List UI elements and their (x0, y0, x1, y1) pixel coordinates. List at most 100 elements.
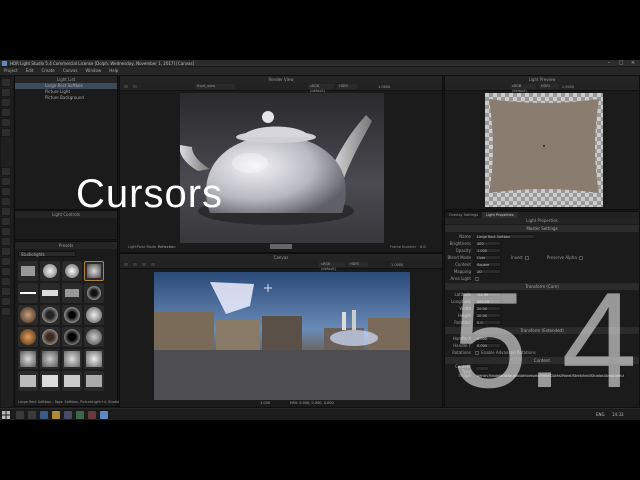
zoom-tool-icon[interactable] (141, 262, 147, 267)
select-tool-icon[interactable] (123, 84, 129, 89)
frame-number-value[interactable]: 0.0 (420, 245, 426, 249)
start-icon[interactable] (2, 411, 10, 419)
preset-thumbnail[interactable] (18, 327, 38, 347)
preset-thumbnail[interactable] (84, 327, 104, 347)
preset-thumbnail[interactable] (84, 305, 104, 325)
preset-thumbnail[interactable] (84, 283, 104, 303)
app-icon[interactable] (64, 411, 72, 419)
tool-button[interactable] (1, 128, 11, 137)
tab-overlay-settings[interactable]: Overlay Settings (445, 212, 483, 218)
tool-button[interactable] (1, 108, 11, 117)
invert-checkbox[interactable] (524, 255, 529, 260)
preset-thumbnail[interactable] (18, 305, 38, 325)
blend-mode-dropdown[interactable]: Over (475, 255, 501, 260)
canvas-mode-dropdown[interactable]: HDRI (348, 262, 368, 267)
pan-tool-icon[interactable] (132, 262, 138, 267)
browser-icon[interactable] (40, 411, 48, 419)
preset-thumbnail[interactable] (62, 261, 82, 281)
select-tool-icon[interactable] (123, 262, 129, 267)
tool-button[interactable] (1, 287, 11, 296)
tool-button[interactable] (1, 88, 11, 97)
tool-button[interactable] (1, 167, 11, 176)
menu-create[interactable]: Create (41, 67, 54, 75)
preset-thumbnail[interactable] (84, 349, 104, 369)
preset-thumbnail[interactable] (18, 283, 38, 303)
tool-button[interactable] (1, 217, 11, 226)
preserve-alpha-checkbox[interactable] (578, 255, 583, 260)
tool-button[interactable] (1, 197, 11, 206)
preset-thumbnail[interactable] (40, 261, 60, 281)
menu-window[interactable]: Window (85, 67, 101, 75)
folder-icon[interactable] (52, 411, 60, 419)
preset-thumbnail[interactable] (18, 349, 38, 369)
light-preview-image[interactable] (485, 93, 603, 207)
brightness-field[interactable]: 400 (475, 241, 501, 246)
preset-thumbnail[interactable] (62, 283, 82, 303)
menu-project[interactable]: Project (4, 67, 18, 75)
app-icon[interactable] (88, 411, 96, 419)
title-bar: HDR Light Studio 5.4 Commercial License … (0, 60, 640, 67)
master-settings-section[interactable]: Master Settings (445, 225, 639, 232)
preset-thumbnail[interactable] (40, 349, 60, 369)
frame-number-label: Frame Number (390, 245, 417, 249)
light-list-item[interactable]: Picture Background (15, 95, 117, 101)
preset-category-dropdown[interactable]: Studiolights (18, 251, 76, 257)
render-colorspace-dropdown[interactable]: sRGB (default) (308, 84, 334, 93)
tool-button[interactable] (1, 78, 11, 87)
tool-button[interactable] (1, 187, 11, 196)
preset-thumbnail[interactable] (40, 327, 60, 347)
tool-button[interactable] (1, 237, 11, 246)
paint-tool-icon[interactable] (132, 84, 138, 89)
tool-button[interactable] (1, 297, 11, 306)
opacity-row: Opacity 1.000 (445, 247, 639, 254)
fit-view-icon[interactable] (150, 262, 156, 267)
preset-thumbnail[interactable] (40, 371, 60, 391)
hdr-light-studio-icon[interactable] (100, 411, 108, 419)
preset-thumbnail[interactable] (62, 305, 82, 325)
opacity-field[interactable]: 1.000 (475, 248, 501, 253)
camera-dropdown[interactable]: front_view (195, 84, 235, 89)
task-view-icon[interactable] (28, 411, 36, 419)
preserve-alpha-label: Preserve Alpha (546, 255, 577, 260)
preset-thumbnail[interactable] (40, 305, 60, 325)
render-image[interactable] (180, 93, 384, 243)
tab-light-properties[interactable]: Light Properties (482, 212, 518, 218)
canvas-header: Canvas (120, 254, 442, 261)
preset-thumbnail[interactable] (18, 371, 38, 391)
preset-thumbnail[interactable] (40, 283, 60, 303)
menu-help[interactable]: Help (109, 67, 118, 75)
lightpaint-mode-dropdown[interactable]: Reflection (158, 245, 175, 249)
tool-button[interactable] (1, 247, 11, 256)
search-icon[interactable] (16, 411, 24, 419)
preview-mode-dropdown[interactable]: HDRI (538, 84, 559, 89)
preset-thumbnail[interactable] (18, 261, 38, 281)
hdri-canvas[interactable] (154, 272, 410, 400)
render-mode-dropdown[interactable]: HDRI (337, 84, 357, 89)
tool-button[interactable] (1, 98, 11, 107)
close-icon[interactable]: × (627, 60, 639, 67)
canvas-panel: Canvas sRGB (default) HDRI 1.0000 1.000 … (119, 253, 443, 408)
tool-button[interactable] (1, 207, 11, 216)
preset-thumbnail[interactable] (62, 327, 82, 347)
preset-thumbnail[interactable] (62, 349, 82, 369)
minimize-icon[interactable]: – (603, 60, 615, 67)
tool-button[interactable] (1, 267, 11, 276)
tool-button[interactable] (1, 177, 11, 186)
tool-button[interactable] (1, 118, 11, 127)
app-icon[interactable] (76, 411, 84, 419)
menu-canvas[interactable]: Canvas (63, 67, 78, 75)
preset-thumbnail[interactable] (84, 371, 104, 391)
menu-edit[interactable]: Edit (26, 67, 34, 75)
preview-colorspace-dropdown[interactable]: sRGB (default) (509, 84, 536, 93)
name-field[interactable]: Large Rect Softbox (475, 234, 535, 239)
tool-button[interactable] (1, 257, 11, 266)
tool-button[interactable] (1, 277, 11, 286)
tool-button[interactable] (1, 307, 11, 316)
maximize-icon[interactable]: □ (615, 60, 627, 67)
canvas-colorspace-dropdown[interactable]: sRGB (default) (319, 262, 345, 271)
tool-button[interactable] (1, 227, 11, 236)
preset-thumbnail[interactable] (62, 371, 82, 391)
clock[interactable]: 14:33 (612, 412, 624, 417)
language-indicator[interactable]: ENG (596, 412, 605, 417)
preset-thumbnail[interactable] (84, 261, 104, 281)
